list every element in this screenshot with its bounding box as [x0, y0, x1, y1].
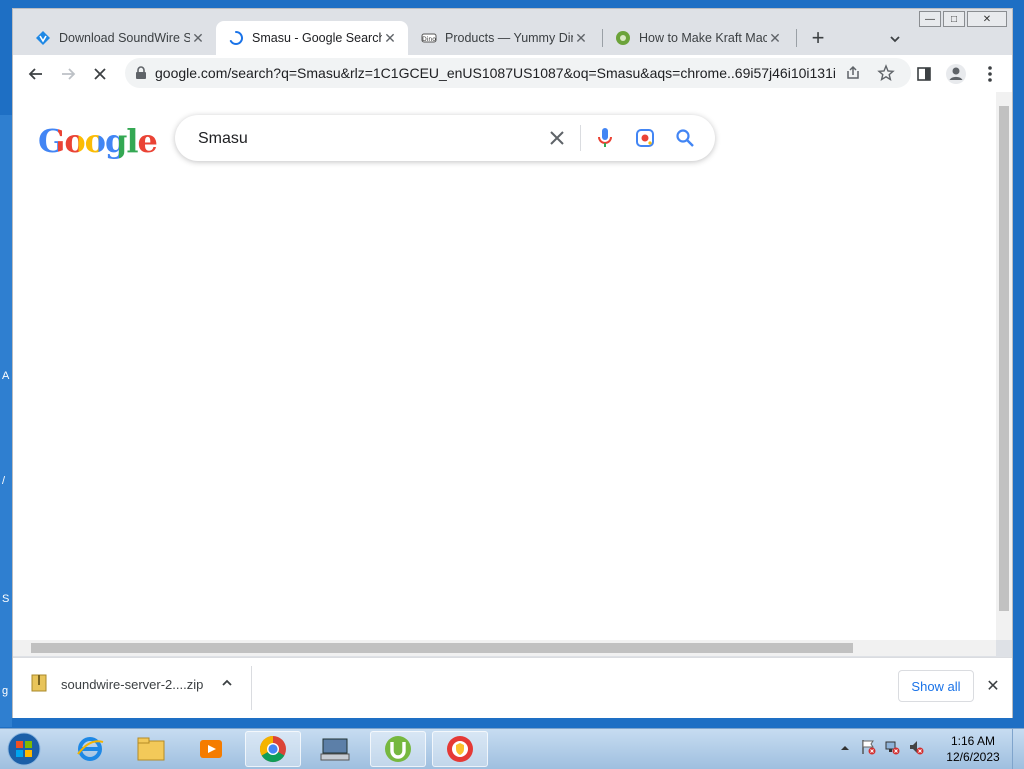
chrome-icon[interactable] — [245, 731, 301, 767]
profile-avatar-icon[interactable] — [943, 61, 969, 87]
back-button[interactable] — [23, 61, 49, 87]
tab-soundwire[interactable]: Download SoundWire Se ✕ — [23, 21, 216, 55]
new-tab-button[interactable]: + — [805, 25, 831, 51]
vpn-shield-icon[interactable] — [432, 731, 488, 767]
close-download-bar-icon[interactable]: ✕ — [983, 676, 1003, 696]
tab-yummy-dino[interactable]: Dino Products — Yummy Din ✕ — [409, 21, 599, 55]
show-all-downloads-button[interactable]: Show all — [898, 670, 974, 702]
maximize-button[interactable]: □ — [943, 11, 965, 27]
keyboard-app-icon[interactable] — [307, 731, 363, 767]
close-window-button[interactable]: ✕ — [967, 11, 1007, 27]
search-divider — [580, 125, 581, 151]
recipe-site-icon — [615, 30, 631, 46]
svg-text:Dino: Dino — [422, 36, 436, 43]
taskbar-clock[interactable]: 1:16 AM 12/6/2023 — [938, 733, 1008, 765]
tab-title: Products — Yummy Din — [445, 31, 573, 45]
page-content: Google — [13, 92, 996, 640]
dino-icon: Dino — [421, 30, 437, 46]
horizontal-scrollbar[interactable] — [13, 640, 996, 656]
loading-spinner-icon — [228, 30, 244, 46]
media-player-icon[interactable] — [183, 731, 239, 767]
search-submit-icon[interactable] — [673, 126, 697, 150]
browser-window: Download SoundWire Se ✕ Smasu - Google S… — [12, 8, 1013, 718]
tab-strip: Download SoundWire Se ✕ Smasu - Google S… — [13, 9, 1012, 55]
desktop-edge-text: / — [2, 475, 6, 487]
lock-icon[interactable] — [135, 66, 147, 85]
minimize-button[interactable]: — — [919, 11, 941, 27]
download-filename: soundwire-server-2....zip — [61, 677, 204, 692]
share-icon[interactable] — [845, 65, 861, 86]
tab-search-chevron-icon[interactable] — [883, 27, 907, 51]
clock-date: 12/6/2023 — [946, 750, 1000, 764]
utorrent-icon[interactable] — [370, 731, 426, 767]
tab-separator — [796, 29, 797, 47]
search-input[interactable] — [196, 115, 530, 163]
desktop-edge-text: S — [2, 593, 10, 605]
tab-title: Smasu - Google Search — [252, 31, 382, 45]
volume-muted-icon[interactable] — [908, 739, 924, 760]
start-button[interactable] — [4, 730, 44, 768]
download-bar: soundwire-server-2....zip Show all ✕ — [13, 657, 1012, 718]
desktop-edge-text: A — [2, 370, 10, 382]
horizontal-scroll-thumb[interactable] — [31, 643, 853, 653]
system-tray — [840, 729, 924, 769]
close-tab-icon[interactable]: ✕ — [767, 30, 783, 46]
forward-button[interactable] — [55, 61, 81, 87]
windows-taskbar: 1:16 AM 12/6/2023 — [0, 728, 1024, 769]
download-separator — [251, 666, 252, 710]
stop-loading-button[interactable] — [87, 61, 113, 87]
chevron-up-icon[interactable] — [221, 677, 233, 692]
close-tab-icon[interactable]: ✕ — [573, 30, 589, 46]
zip-file-icon — [31, 674, 47, 695]
side-panel-icon[interactable] — [911, 61, 937, 87]
vertical-scroll-thumb[interactable] — [999, 106, 1009, 611]
close-tab-icon[interactable]: ✕ — [190, 30, 206, 46]
logo-text: Google — [38, 122, 158, 160]
action-center-flag-icon[interactable] — [860, 739, 876, 760]
clear-search-icon[interactable] — [545, 126, 569, 150]
close-tab-icon[interactable]: ✕ — [382, 30, 398, 46]
desktop-background: A / S g — [0, 115, 12, 727]
tab-google-search[interactable]: Smasu - Google Search ✕ — [216, 21, 408, 55]
address-bar[interactable]: google.com/search?q=Smasu&rlz=1C1GCEU_en… — [125, 58, 911, 88]
tray-expand-icon[interactable] — [840, 740, 850, 758]
desktop-edge-text: g — [2, 685, 9, 697]
soundwire-icon — [35, 30, 51, 46]
clock-time: 1:16 AM — [950, 734, 996, 748]
network-icon[interactable] — [884, 739, 900, 760]
voice-search-icon[interactable] — [593, 126, 617, 150]
google-doodle-logo[interactable]: Google — [38, 122, 158, 160]
lens-search-icon[interactable] — [633, 126, 657, 150]
browser-toolbar: google.com/search?q=Smasu&rlz=1C1GCEU_en… — [13, 55, 1012, 92]
tab-title: Download SoundWire Se — [59, 31, 190, 45]
file-explorer-icon[interactable] — [123, 731, 179, 767]
vertical-scrollbar[interactable] — [996, 92, 1012, 640]
url-text[interactable]: google.com/search?q=Smasu&rlz=1C1GCEU_en… — [155, 65, 835, 81]
bookmark-star-icon[interactable] — [877, 64, 895, 87]
more-menu-icon[interactable] — [977, 61, 1003, 87]
tab-title: How to Make Kraft Mac — [639, 31, 767, 45]
tab-kraft-mac[interactable]: How to Make Kraft Mac ✕ — [603, 21, 793, 55]
show-desktop-button[interactable] — [1012, 729, 1024, 769]
download-item[interactable]: soundwire-server-2....zip — [31, 674, 233, 695]
search-box — [175, 115, 715, 163]
ie-icon[interactable] — [62, 731, 118, 767]
